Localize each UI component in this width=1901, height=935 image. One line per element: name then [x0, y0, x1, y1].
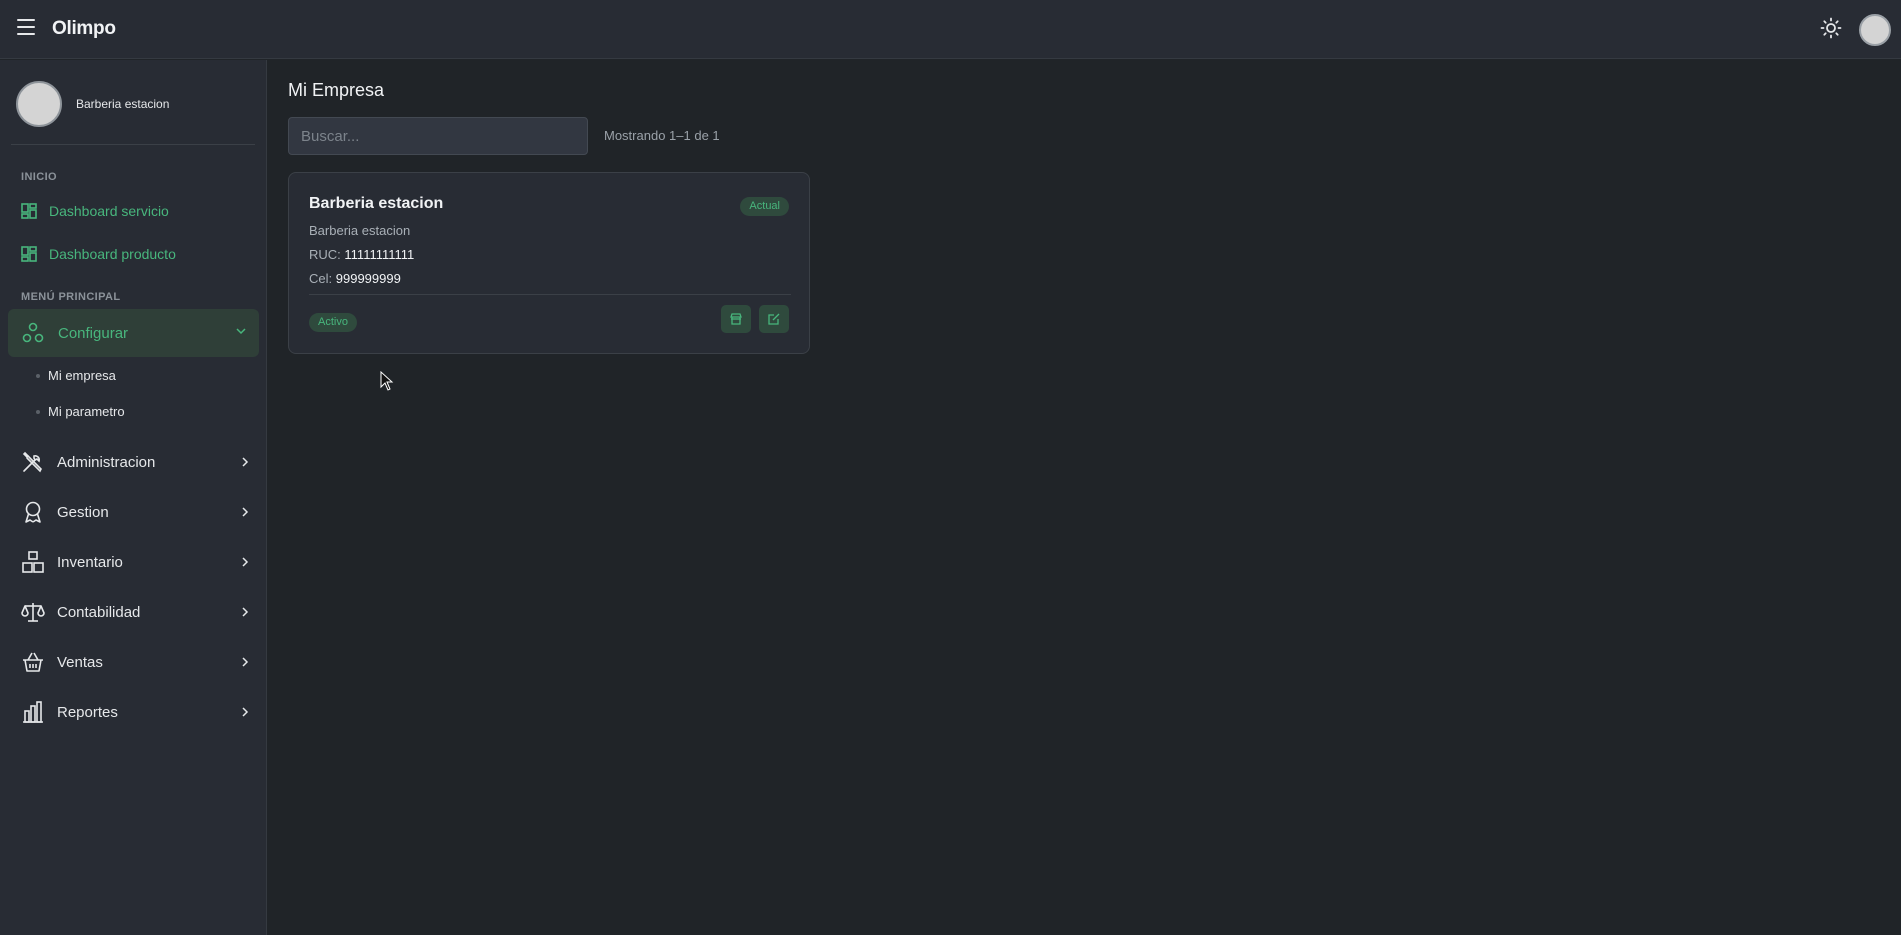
user-avatar[interactable] — [1859, 14, 1891, 46]
chevron-right-icon — [242, 707, 249, 717]
sidebar-profile: Barberia estacion — [16, 81, 169, 127]
divider — [11, 144, 255, 145]
sidebar-subitem-mi-parametro[interactable]: Mi parametro — [36, 404, 125, 419]
sidebar-subitem-label: Mi empresa — [48, 368, 116, 383]
chevron-right-icon — [242, 507, 249, 517]
cel-label: Cel: — [309, 271, 333, 286]
scale-icon — [21, 603, 45, 622]
page-title: Mi Empresa — [288, 80, 385, 100]
sidebar-subitem-mi-empresa[interactable]: Mi empresa — [36, 368, 116, 383]
bullet-dot — [36, 373, 40, 378]
sidebar-item-label: Configurar — [58, 324, 129, 342]
edit-icon — [768, 313, 780, 325]
bar-chart-icon — [23, 701, 43, 723]
sidebar-item-label: Administracion — [57, 453, 156, 471]
ruc-line: RUC: 11111111111 — [309, 247, 414, 262]
sidebar-item-ventas[interactable]: Ventas — [21, 645, 251, 679]
cel-value: 999999999 — [335, 271, 401, 286]
sidebar: Barberia estacion INICIO Dashboard servi… — [0, 60, 267, 935]
profile-avatar — [16, 81, 62, 127]
store-icon — [730, 313, 742, 325]
current-badge: Actual — [740, 197, 789, 216]
sun-icon[interactable] — [1820, 17, 1842, 39]
bullet-dot — [36, 409, 40, 414]
results-count: Mostrando 1–1 de 1 — [604, 128, 720, 143]
basket-icon — [23, 652, 43, 672]
sidebar-item-label: Contabilidad — [57, 603, 141, 621]
sidebar-item-label: Reportes — [57, 703, 118, 721]
search-input[interactable] — [288, 117, 588, 155]
chevron-right-icon — [242, 557, 249, 567]
sidebar-item-administracion[interactable]: Administracion — [21, 445, 251, 479]
sidebar-item-label: Inventario — [57, 553, 123, 571]
top-bar: Olimpo — [0, 0, 1901, 59]
company-name: Barberia estacion — [309, 195, 444, 212]
cel-line: Cel: 999999999 — [309, 271, 401, 286]
sidebar-item-label: Gestion — [57, 503, 109, 521]
sidebar-item-label: Ventas — [57, 653, 103, 671]
section-label-inicio: INICIO — [21, 171, 58, 183]
company-subtitle: Barberia estacion — [309, 223, 411, 238]
sidebar-item-inventario[interactable]: Inventario — [21, 545, 251, 579]
chevron-right-icon — [242, 657, 249, 667]
sidebar-item-label: Dashboard producto — [49, 246, 176, 262]
dashboard-grid-icon — [21, 203, 37, 219]
sidebar-subitem-label: Mi parametro — [48, 404, 125, 419]
tools-icon — [22, 451, 42, 473]
cursor-icon — [380, 371, 394, 391]
award-icon — [25, 501, 41, 523]
company-card[interactable]: Barberia estacion Actual Barberia estaci… — [288, 172, 810, 354]
status-badge: Activo — [309, 313, 357, 332]
sidebar-item-reportes[interactable]: Reportes — [21, 695, 251, 729]
profile-name: Barberia estacion — [76, 97, 170, 111]
section-label-menu: MENÚ PRINCIPAL — [21, 291, 121, 303]
chevron-right-icon — [242, 607, 249, 617]
store-button[interactable] — [721, 305, 751, 333]
dashboard-grid-icon — [21, 246, 37, 262]
sidebar-item-configurar[interactable]: Configurar — [8, 309, 259, 357]
boxes-icon — [22, 551, 44, 573]
edit-button[interactable] — [759, 305, 789, 333]
ruc-value: 11111111111 — [344, 247, 415, 262]
chevron-right-icon — [242, 457, 249, 467]
hamburger-icon[interactable] — [17, 19, 35, 35]
app-title: Olimpo — [52, 18, 116, 39]
sidebar-item-dashboard-producto[interactable]: Dashboard producto — [21, 240, 251, 268]
sidebar-item-gestion[interactable]: Gestion — [21, 495, 251, 529]
ruc-label: RUC: — [309, 247, 341, 262]
chevron-down-icon — [236, 328, 246, 335]
sidebar-item-label: Dashboard servicio — [49, 203, 169, 219]
sidebar-item-contabilidad[interactable]: Contabilidad — [21, 595, 251, 629]
divider — [309, 294, 791, 295]
sidebar-item-dashboard-servicio[interactable]: Dashboard servicio — [21, 197, 251, 225]
nodes-icon — [22, 322, 44, 343]
